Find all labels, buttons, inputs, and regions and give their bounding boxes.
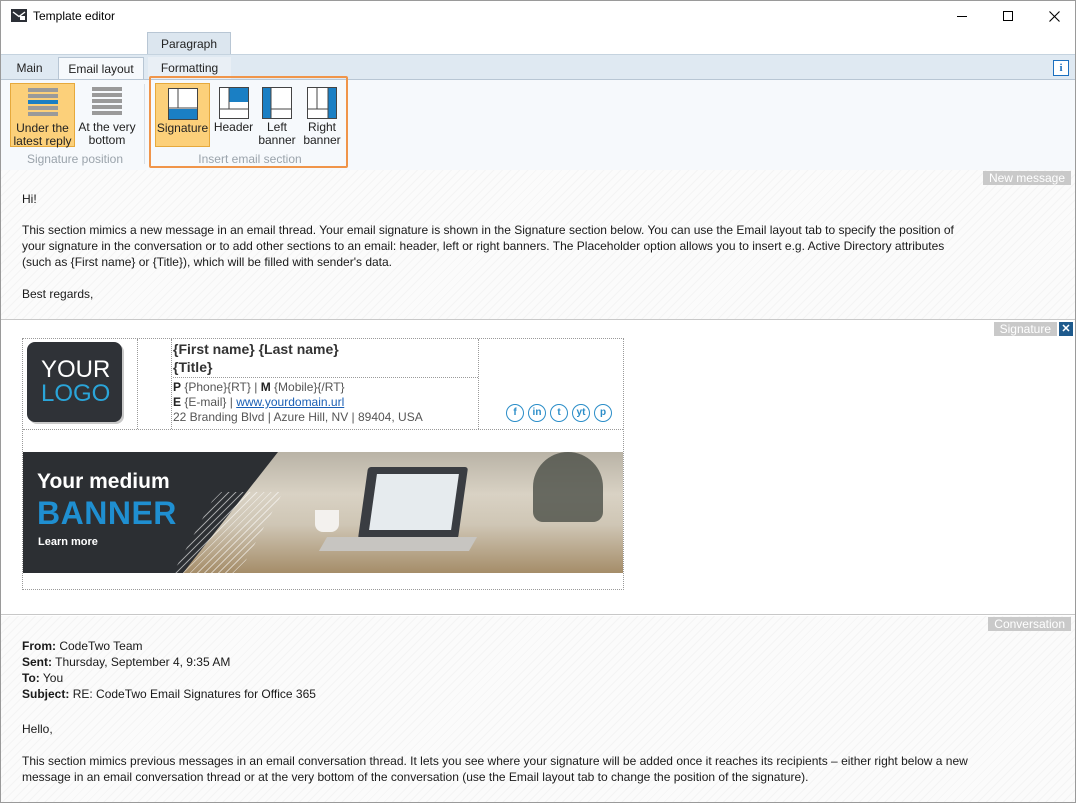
- banner-photo-person: [533, 452, 603, 522]
- mobile-label: M: [260, 380, 271, 394]
- ribbon: Under the latest reply At the very botto…: [1, 76, 1075, 171]
- close-button[interactable]: [1031, 1, 1075, 31]
- email-line: E {E-mail} | www.yourdomain.url: [173, 395, 345, 409]
- from-value: CodeTwo Team: [59, 639, 143, 653]
- new-message-greeting: Hi!: [22, 192, 37, 206]
- subject-value: RE: CodeTwo Email Signatures for Office …: [72, 687, 316, 701]
- minimize-icon: [957, 16, 967, 17]
- facebook-icon[interactable]: f: [506, 404, 524, 422]
- signature-section-label: Signature: [156, 121, 209, 135]
- sent-label: Sent:: [22, 655, 52, 669]
- close-icon: [1048, 10, 1060, 22]
- at-very-bottom-line2: bottom: [88, 133, 126, 147]
- company-logo: YOUR LOGO: [27, 342, 122, 422]
- sent-line: Sent: Thursday, September 4, 9:35 AM: [22, 654, 230, 670]
- banner-photo-screen: [369, 474, 459, 530]
- to-value: You: [42, 671, 64, 685]
- tab-email-layout[interactable]: Email layout: [58, 57, 144, 81]
- app-mail-icon: [11, 9, 27, 22]
- signature-section-button[interactable]: Signature: [155, 83, 210, 147]
- header-section-icon: [218, 87, 249, 119]
- new-message-closing: Best regards,: [22, 287, 94, 301]
- logo-text-logo: LOGO: [41, 380, 111, 407]
- conversation-tag: Conversation: [988, 617, 1071, 631]
- phone-label: P: [173, 380, 182, 394]
- right-banner-button[interactable]: Right banner: [300, 83, 344, 147]
- signature-section[interactable]: Signature ✕ YOUR LOGO {First name} {Last…: [1, 321, 1075, 615]
- at-very-bottom-icon: [92, 87, 122, 115]
- template-editor-window: Template editor Paragraph Main Email lay…: [0, 0, 1076, 803]
- new-message-section[interactable]: New message Hi! This section mimics a ne…: [1, 170, 1075, 320]
- at-very-bottom-button[interactable]: At the very bottom: [76, 83, 138, 147]
- tab-main[interactable]: Main: [7, 57, 52, 80]
- placeholder-title[interactable]: {Title}: [173, 358, 212, 376]
- right-banner-icon: [307, 87, 337, 119]
- conversation-body-line2: message in an email conversation thread …: [22, 770, 809, 784]
- conversation-section[interactable]: Conversation From: CodeTwo Team Sent: Th…: [1, 616, 1075, 802]
- conversation-greeting: Hello,: [22, 722, 53, 736]
- group-label-signature-position: Signature position: [26, 152, 124, 166]
- left-banner-button[interactable]: Left banner: [257, 83, 297, 147]
- signature-divider: [478, 339, 480, 429]
- title-bar: Template editor: [1, 1, 1075, 31]
- youtube-icon[interactable]: yt: [572, 404, 590, 422]
- new-message-tag: New message: [982, 171, 1071, 185]
- banner-photo-keyboard: [318, 537, 478, 551]
- subject-line: Subject: RE: CodeTwo Email Signatures fo…: [22, 686, 316, 702]
- under-latest-reply-line2: latest reply: [13, 134, 72, 148]
- logo-text-your: YOUR: [41, 356, 111, 383]
- to-line: To: You: [22, 670, 63, 686]
- under-latest-reply-icon: [27, 88, 58, 116]
- social-icons: f in t yt p: [506, 404, 612, 422]
- sent-value: Thursday, September 4, 9:35 AM: [55, 655, 231, 669]
- window-title: Template editor: [33, 9, 116, 23]
- signature-section-icon: [167, 88, 198, 120]
- phone-line: P {Phone}{RT} | M {Mobile}{/RT}: [173, 380, 345, 394]
- from-line: From: CodeTwo Team: [22, 638, 143, 654]
- email-label: E: [173, 395, 182, 409]
- twitter-icon[interactable]: t: [550, 404, 568, 422]
- new-message-body-line3: (such as {First name} or {Title}), which…: [22, 255, 393, 269]
- signature-contact-row: YOUR LOGO {First name} {Last name} {Titl…: [23, 339, 623, 430]
- group-separator: [144, 84, 145, 164]
- header-section-button[interactable]: Header: [211, 83, 256, 147]
- signature-tag: Signature: [993, 322, 1057, 336]
- new-message-body-line1: This section mimics a new message in an …: [22, 223, 954, 237]
- left-banner-line2: banner: [258, 133, 296, 147]
- right-banner-line2: banner: [303, 133, 341, 147]
- address-line: 22 Branding Blvd | Azure Hill, NV | 8940…: [173, 410, 423, 424]
- banner-learn-more[interactable]: Learn more: [38, 536, 98, 548]
- email-value[interactable]: {E-mail}: [184, 395, 226, 409]
- header-section-label: Header: [213, 120, 254, 134]
- maximize-button[interactable]: [985, 1, 1031, 31]
- under-latest-reply-button[interactable]: Under the latest reply: [10, 83, 75, 148]
- to-label: To:: [22, 671, 40, 685]
- linkedin-icon[interactable]: in: [528, 404, 546, 422]
- banner-heading: Your medium: [37, 470, 170, 493]
- context-tab-paragraph[interactable]: Paragraph: [147, 32, 231, 54]
- signature-block[interactable]: YOUR LOGO {First name} {Last name} {Titl…: [22, 338, 624, 590]
- placeholder-full-name[interactable]: {First name} {Last name}: [173, 340, 339, 358]
- pinterest-icon[interactable]: p: [594, 404, 612, 422]
- signature-banner[interactable]: Your medium BANNER Learn more: [23, 452, 623, 573]
- signature-divider: [137, 339, 139, 429]
- maximize-icon: [1003, 11, 1013, 21]
- info-icon[interactable]: i: [1053, 60, 1069, 76]
- from-label: From:: [22, 639, 56, 653]
- signature-divider: [173, 377, 478, 378]
- conversation-body-line1: This section mimics previous messages in…: [22, 754, 968, 768]
- new-message-body-line2: your signature in the conversation or to…: [22, 239, 945, 253]
- remove-signature-section-button[interactable]: ✕: [1059, 322, 1073, 336]
- mobile-value[interactable]: {Mobile}{/RT}: [274, 380, 345, 394]
- subject-label: Subject:: [22, 687, 70, 701]
- phone-value[interactable]: {Phone}{RT}: [184, 380, 251, 394]
- group-label-insert-email-section: Insert email section: [198, 152, 302, 166]
- minimize-button[interactable]: [939, 1, 985, 31]
- banner-photo-cup: [315, 510, 339, 532]
- left-banner-icon: [262, 87, 292, 119]
- banner-heading-large: BANNER: [37, 495, 177, 531]
- website-link[interactable]: www.yourdomain.url: [236, 395, 344, 409]
